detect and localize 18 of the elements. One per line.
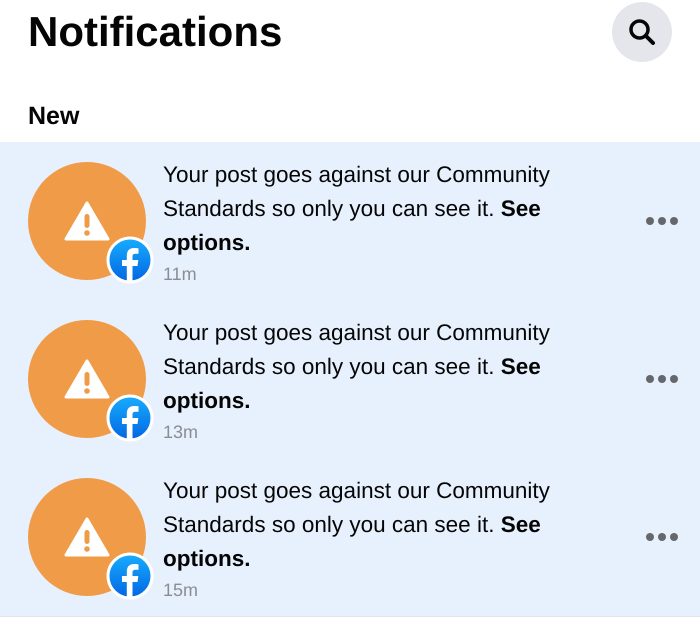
notification-text: Your post goes against our Community Standards so only you can see it. See options. bbox=[163, 318, 551, 415]
notification-row[interactable]: Your post goes against our Community Standards so only you can see it. See options. 15m bbox=[0, 458, 700, 616]
page-title: Notifications bbox=[28, 8, 282, 56]
warning-icon bbox=[64, 359, 110, 399]
notification-text: Your post goes against our Community Standards so only you can see it. See options. bbox=[163, 160, 551, 257]
timestamp: 11m bbox=[163, 264, 198, 284]
notification-text: Your post goes against our Community Standards so only you can see it. See options. bbox=[163, 476, 551, 573]
section-heading: New bbox=[28, 102, 80, 132]
search-icon bbox=[627, 17, 657, 47]
app-badge-icon bbox=[106, 236, 154, 284]
warning-icon bbox=[64, 517, 110, 557]
notification-row[interactable]: Your post goes against our Community Standards so only you can see it. See options. 13m bbox=[0, 300, 700, 458]
app-badge-icon bbox=[106, 394, 154, 442]
timestamp: 15m bbox=[163, 580, 200, 600]
warning-icon bbox=[64, 201, 110, 241]
app-badge-icon bbox=[106, 552, 154, 600]
timestamp: 13m bbox=[163, 422, 200, 442]
notification-row[interactable]: Your post goes against our Community Standards so only you can see it. See options. 11m bbox=[0, 142, 700, 300]
